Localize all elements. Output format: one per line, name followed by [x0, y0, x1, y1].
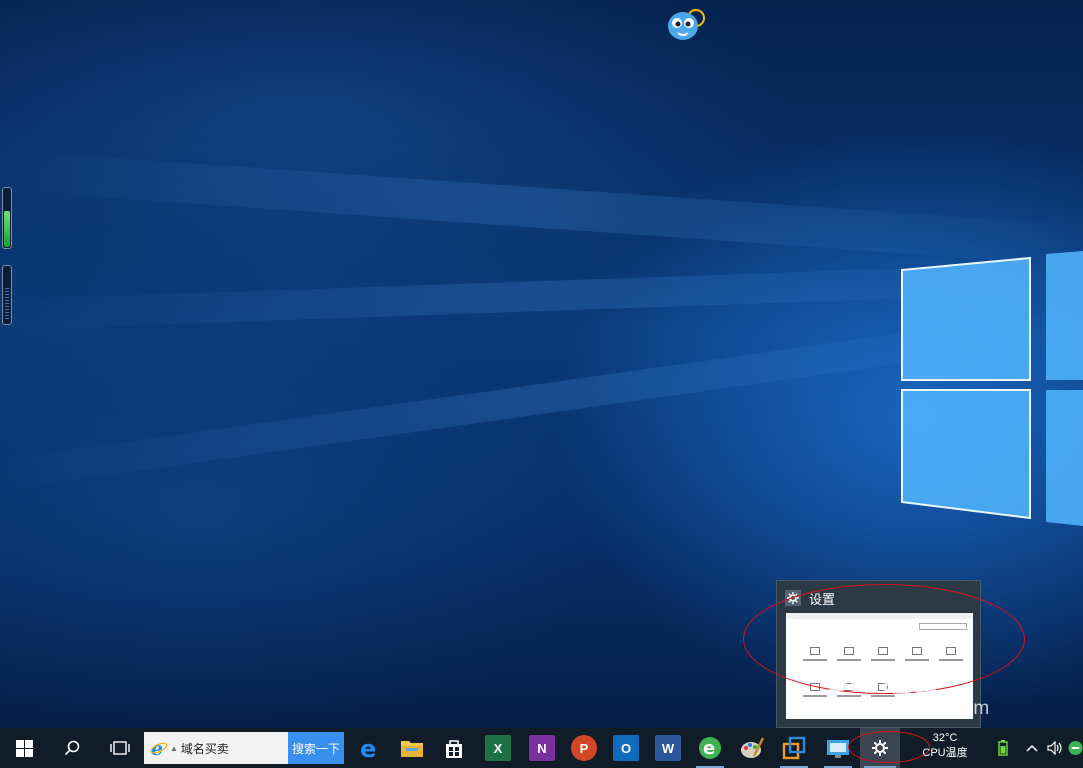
- svg-text:e: e: [360, 736, 376, 760]
- browser-360-icon: [1068, 740, 1083, 756]
- search-text: 域名买卖: [180, 741, 229, 756]
- search-icon: [64, 740, 80, 756]
- battery-icon: [998, 740, 1008, 756]
- cpu-meter-fill: [4, 211, 10, 247]
- virtualbox-icon: [782, 736, 806, 760]
- ie-icon: e: [150, 739, 168, 757]
- store-icon: [446, 740, 462, 758]
- task-view-icon: [110, 741, 130, 755]
- taskbar-powerpoint[interactable]: P: [566, 728, 602, 768]
- taskbar-word[interactable]: W: [650, 728, 686, 768]
- edge-icon: e: [360, 736, 376, 760]
- chevron-up-icon: [1026, 744, 1038, 752]
- tray-app-360[interactable]: [1068, 728, 1083, 768]
- taskbar-paint[interactable]: [734, 728, 770, 768]
- watermark-brand: Bai 经验: [828, 666, 942, 697]
- cpu-temp-label: CPU温度: [922, 747, 968, 759]
- tray-show-hidden[interactable]: [1022, 728, 1042, 768]
- network-meter-gadget: [2, 265, 12, 325]
- outlook-icon: O: [613, 735, 639, 761]
- powerpoint-icon: P: [571, 735, 597, 761]
- svg-text:e: e: [703, 738, 715, 759]
- taskbar-excel[interactable]: X: [480, 728, 516, 768]
- tray-battery[interactable]: [992, 728, 1014, 768]
- taskbar-outlook[interactable]: O: [608, 728, 644, 768]
- taskbar-onenote[interactable]: N: [524, 728, 560, 768]
- taskbar-edge[interactable]: e: [352, 728, 388, 768]
- taskbar-virtualbox[interactable]: [776, 728, 812, 768]
- dropdown-caret-icon[interactable]: ▲: [170, 744, 178, 753]
- windows-start-icon: [15, 739, 33, 757]
- paint-icon: [741, 737, 764, 758]
- windows-logo-wallpaper: [901, 251, 1083, 526]
- cpu-meter-gadget: [2, 187, 12, 249]
- taskbar-store[interactable]: [436, 728, 472, 768]
- file-explorer-icon: [401, 741, 423, 757]
- start-button[interactable]: [4, 728, 44, 768]
- tray-volume[interactable]: [1044, 728, 1066, 768]
- excel-icon: X: [485, 735, 511, 761]
- search-submit-button[interactable]: 搜索一下: [288, 732, 344, 764]
- watermark-url: jingyan.baidu.com: [828, 698, 990, 719]
- onenote-icon: N: [529, 735, 555, 761]
- task-view-button[interactable]: [100, 728, 140, 768]
- taskbar-file-explorer[interactable]: [394, 728, 430, 768]
- network-meter-dots: [5, 288, 9, 320]
- mascot-icon[interactable]: [666, 6, 712, 44]
- search-button[interactable]: [52, 728, 92, 768]
- volume-icon: [1047, 741, 1062, 755]
- taskbar-360-browser[interactable]: e: [692, 728, 728, 768]
- cpu-temperature-widget[interactable]: 32°C CPU温度: [918, 731, 972, 761]
- baidu-watermark: Bai 经验 jingyan.baidu.com: [828, 660, 990, 720]
- browser-360-icon: e: [699, 737, 721, 759]
- remote-desktop-icon: [827, 740, 849, 758]
- word-icon: W: [655, 735, 681, 761]
- cpu-temp-value: 32°C: [932, 732, 958, 744]
- taskbar-search-box[interactable]: e ▲ 域名买卖: [144, 732, 288, 764]
